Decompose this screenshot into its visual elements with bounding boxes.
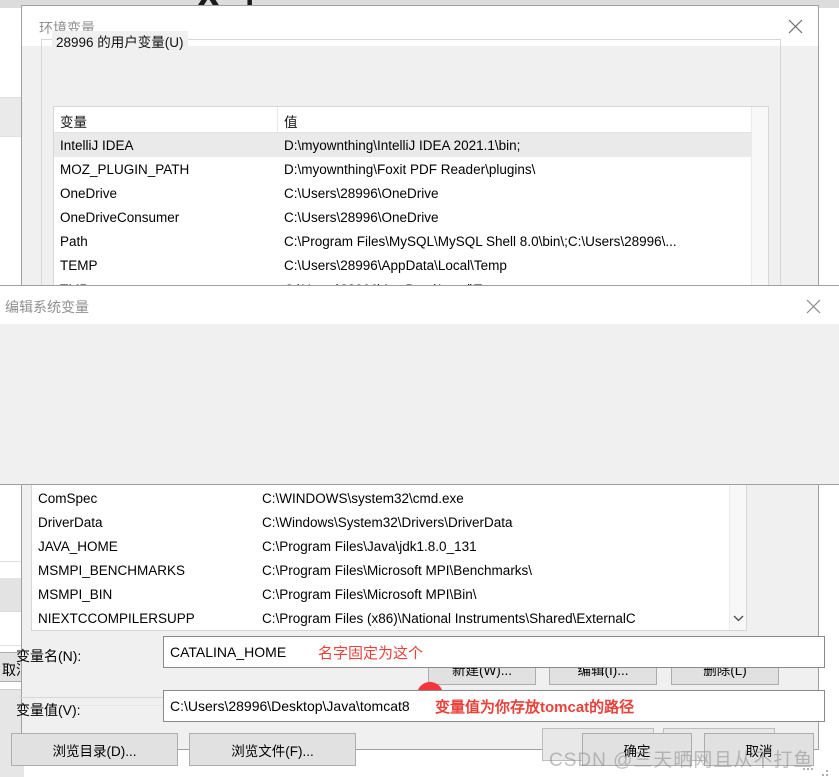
table-row[interactable]: NIEXTCCOMPILERSUPP C:\Program Files (x86)… — [32, 606, 746, 630]
cell-variable-name: JAVA_HOME — [38, 538, 118, 554]
cell-variable-name: OneDriveConsumer — [60, 209, 180, 225]
table-row[interactable]: OneDriveConsumer C:\Users\28996\OneDrive — [54, 205, 768, 229]
table-row[interactable]: Path C:\Program Files\MySQL\MySQL Shell 8… — [54, 229, 768, 253]
cell-variable-name: Path — [60, 233, 88, 249]
cell-variable-name: OneDrive — [60, 185, 118, 201]
user-variables-scrollbar[interactable] — [751, 107, 768, 288]
edit-ok-button[interactable]: 确定 — [582, 733, 692, 766]
chevron-down-icon[interactable] — [730, 610, 746, 627]
cell-variable-value: C:\Program Files\Java\jdk1.8.0_131 — [262, 538, 477, 554]
browse-directory-button[interactable]: 浏览目录(D)... — [11, 733, 178, 766]
system-variables-list[interactable]: ComSpec C:\WINDOWS\system32\cmd.exe Driver… — [31, 483, 747, 631]
edit-dialog-titlebar: 编辑系统变量 — [0, 286, 839, 324]
variable-name-label: 变量名(N): — [16, 648, 82, 664]
screen-root: X十 取消 环境变量 28996 的用户变量(U) 变量 — [0, 0, 839, 777]
cell-variable-value: C:\Users\28996\AppData\Local\Temp — [284, 257, 507, 273]
cell-variable-value: C:\Windows\System32\Drivers\DriverData — [262, 514, 513, 530]
cell-variable-value: C:\Program Files\Microsoft MPI\Benchmark… — [262, 562, 533, 578]
table-row[interactable]: TEMP C:\Users\28996\AppData\Local\Temp — [54, 253, 768, 277]
bg-row-shade — [0, 578, 22, 611]
cell-variable-name: IntelliJ IDEA — [60, 137, 134, 153]
user-variables-list[interactable]: 变量 值 IntelliJ IDEA D:\myownthing\IntelliJ… — [53, 106, 769, 289]
cell-variable-value: C:\WINDOWS\system32\cmd.exe — [262, 490, 464, 506]
table-row[interactable]: OneDrive C:\Users\28996\OneDrive — [54, 181, 768, 205]
user-variables-list-header: 变量 值 — [54, 107, 768, 133]
table-row[interactable]: MSMPI_BIN C:\Program Files\Microsoft MPI\… — [32, 582, 746, 606]
edit-dialog-resize-grip[interactable] — [818, 770, 830, 777]
variable-name-value: CATALINA_HOME — [170, 644, 287, 660]
variable-value-value: C:\Users\28996\Desktop\Java\tomcat8 — [170, 698, 410, 714]
cell-variable-value: C:\Users\28996\OneDrive — [284, 185, 439, 201]
cell-variable-value: C:\Program Files\Microsoft MPI\Bin\ — [262, 586, 477, 602]
edit-dialog-title: 编辑系统变量 — [5, 299, 89, 315]
user-variables-list-body: IntelliJ IDEA D:\myownthing\IntelliJ IDEA… — [54, 133, 768, 288]
table-row[interactable]: ComSpec C:\WINDOWS\system32\cmd.exe — [32, 486, 746, 510]
column-header-value[interactable]: 值 — [278, 107, 753, 133]
variable-value-input[interactable]: C:\Users\28996\Desktop\Java\tomcat8 — [163, 690, 825, 722]
table-row[interactable]: JAVA_HOME C:\Program Files\Java\jdk1.8.0_… — [32, 534, 746, 558]
edit-system-variable-dialog: 编辑系统变量 变量名(N): CATALINA_HOME 名字固定为这个 变量值… — [0, 285, 839, 776]
cell-variable-name: MOZ_PLUGIN_PATH — [60, 161, 190, 177]
cell-variable-value: C:\Program Files (x86)\National Instrume… — [262, 610, 636, 626]
table-row[interactable]: IntelliJ IDEA D:\myownthing\IntelliJ IDEA… — [54, 133, 768, 157]
cell-variable-value: D:\myownthing\Foxit PDF Reader\plugins\ — [284, 161, 536, 177]
table-row[interactable]: MOZ_PLUGIN_PATH D:\myownthing\Foxit PDF R… — [54, 157, 768, 181]
table-row[interactable]: DriverData C:\Windows\System32\Drivers\Dr… — [32, 510, 746, 534]
edit-cancel-button[interactable]: 取消 — [704, 733, 814, 766]
user-variables-group-label: 28996 的用户变量(U) — [52, 31, 188, 51]
cell-variable-value: D:\myownthing\IntelliJ IDEA 2021.1\bin; — [284, 137, 521, 153]
system-variables-list-body: ComSpec C:\WINDOWS\system32\cmd.exe Driver… — [32, 484, 746, 630]
cell-variable-name: DriverData — [38, 514, 103, 530]
cell-variable-name: MSMPI_BENCHMARKS — [38, 562, 186, 578]
system-variables-scrollbar[interactable] — [729, 484, 746, 630]
table-row[interactable]: MSMPI_BENCHMARKS C:\Program Files\Microso… — [32, 558, 746, 582]
cell-variable-name: MSMPI_BIN — [38, 586, 113, 602]
cell-variable-name: TEMP — [60, 257, 98, 273]
cell-variable-name: ComSpec — [38, 490, 98, 506]
variable-name-input[interactable]: CATALINA_HOME — [163, 636, 825, 668]
cell-variable-value: C:\Program Files\MySQL\MySQL Shell 8.0\b… — [284, 233, 677, 249]
browse-file-button[interactable]: 浏览文件(F)... — [189, 733, 356, 766]
variable-value-label: 变量值(V): — [16, 702, 81, 718]
close-icon[interactable] — [790, 286, 836, 326]
cell-variable-value: C:\Users\28996\OneDrive — [284, 209, 439, 225]
cell-variable-name: NIEXTCCOMPILERSUPP — [38, 610, 195, 626]
column-header-variable[interactable]: 变量 — [54, 107, 278, 133]
